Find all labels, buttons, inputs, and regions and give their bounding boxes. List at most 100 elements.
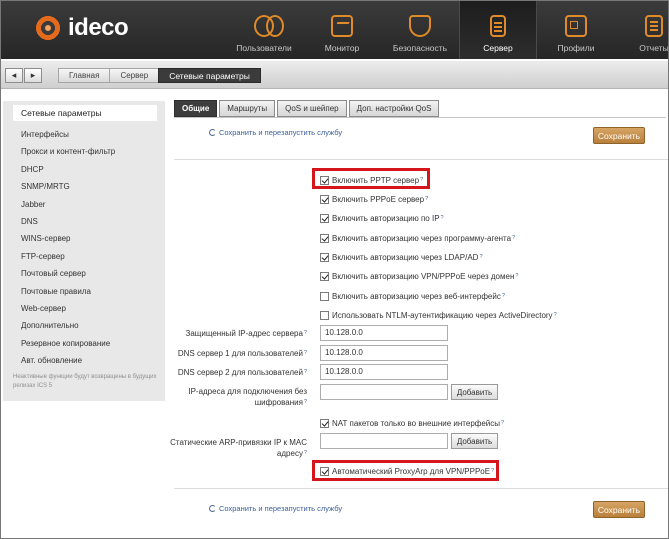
breadcrumb: Главная Сервер Сетевые параметры [58,68,261,83]
save-restart-link-top[interactable]: Сохранить и перезапустить службу [209,128,342,137]
tab-routes[interactable]: Маршруты [219,100,276,117]
nav-reports[interactable]: Отчеты [615,1,669,59]
highlight-box [312,168,430,189]
app-window: ideco Пользователи Монитор Безопасность … [0,0,669,539]
server-icon [490,15,506,37]
agent-auth-checkbox[interactable] [320,233,329,243]
protected-ip-input[interactable]: 10.128.0.0 [320,325,448,341]
help-icon[interactable]: ? [304,350,307,356]
tab-qos[interactable]: QoS и шейпер [277,100,347,117]
sidebar-item-snmp[interactable]: SNMP/MRTG [3,178,165,195]
nav-server[interactable]: Сервер [459,1,537,59]
option-label: Включить авторизацию через LDAP/AD [332,252,479,262]
reload-icon [209,505,216,512]
dns1-label: DNS сервер 1 для пользователей? [177,349,307,358]
shield-icon [409,15,431,37]
option-nat: NAT пакетов только во внешние интерфейсы… [320,416,504,430]
sidebar-item-advanced[interactable]: Дополнительно [3,317,165,334]
tab-general[interactable]: Общие [174,100,218,117]
option-label: Включить авторизацию VPN/PPPoE через дом… [332,271,515,281]
help-icon[interactable]: ? [304,399,307,405]
no-encrypt-input[interactable] [320,384,448,400]
sidebar-item-mail-server[interactable]: Почтовый сервер [3,265,165,282]
sidebar-item-web[interactable]: Web-сервер [3,300,165,317]
option-label: Включить авторизацию через программу-аге… [332,233,512,243]
sidebar-item-interfaces[interactable]: Интерфейсы [3,126,165,143]
option-ip-auth: Включить авторизацию по IP? [320,211,444,225]
dns2-label: DNS сервер 2 для пользователей? [177,368,307,377]
back-arrow-icon[interactable]: ◂ [5,68,23,83]
help-icon[interactable]: ? [501,420,504,426]
nav-monitor[interactable]: Монитор [303,1,381,59]
domain-auth-checkbox[interactable] [320,271,329,281]
monitor-icon [331,15,353,37]
no-encrypt-label: IP-адреса для подключения без шифрования… [188,387,307,407]
option-pppoe: Включить PPPoE сервер? [320,192,428,206]
option-label: NAT пакетов только во внешние интерфейсы [332,418,501,428]
nav-users[interactable]: Пользователи [225,1,303,59]
breadcrumb-server[interactable]: Сервер [109,68,160,83]
sidebar-item-dns[interactable]: DNS [3,213,165,230]
dns1-input[interactable]: 10.128.0.0 [320,345,448,361]
forward-arrow-icon[interactable]: ▸ [24,68,42,83]
sidebar-note: Неактивные функции будут возвращены в бу… [13,374,157,390]
help-icon[interactable]: ? [479,254,482,260]
nav-label: Отчеты [639,43,669,53]
option-label: Использовать NTLM-аутентификацию через A… [332,310,553,320]
sidebar-item-backup[interactable]: Резервное копирование [3,335,165,352]
reports-icon [645,15,663,37]
sidebar-item-ftp[interactable]: FTP-сервер [3,248,165,265]
sidebar-item-network[interactable]: Сетевые параметры [13,105,157,121]
option-label: Включить PPPoE сервер [332,194,425,204]
add-arp-button[interactable]: Добавить [451,433,498,449]
arp-input[interactable] [320,433,448,449]
help-icon[interactable]: ? [554,312,557,318]
help-icon[interactable]: ? [304,450,307,456]
option-label: Включить авторизацию по IP [332,213,440,223]
logo[interactable]: ideco [34,13,129,43]
sidebar-item-proxy[interactable]: Прокси и контент-фильтр [3,143,165,160]
tab-qos-advanced[interactable]: Доп. настройки QoS [348,100,440,117]
sidebar-item-dhcp[interactable]: DHCP [3,161,165,178]
option-label: Включить авторизацию через веб-интерфейс [332,291,501,301]
top-bar: ideco Пользователи Монитор Безопасность … [1,1,668,59]
arp-label: Статические ARP-привязки IP к MAC адресу… [170,438,307,458]
pppoe-checkbox[interactable] [320,194,329,204]
dns2-input[interactable]: 10.128.0.0 [320,364,448,380]
option-web-auth: Включить авторизацию через веб-интерфейс… [320,289,505,303]
web-auth-checkbox[interactable] [320,291,329,301]
save-restart-link-bottom[interactable]: Сохранить и перезапустить службу [209,504,342,513]
breadcrumb-home[interactable]: Главная [58,68,111,83]
help-icon[interactable]: ? [512,235,515,241]
ip-auth-checkbox[interactable] [320,213,329,223]
sidebar-item-mail-rules[interactable]: Почтовые правила [3,283,165,300]
help-icon[interactable]: ? [515,273,518,279]
add-no-encrypt-button[interactable]: Добавить [451,384,498,400]
sidebar-item-wins[interactable]: WINS-сервер [3,230,165,247]
nat-checkbox[interactable] [320,418,329,428]
logo-icon [34,14,62,42]
nav-label: Монитор [324,43,360,53]
tab-divider [174,117,666,118]
help-icon[interactable]: ? [502,293,505,299]
nav-profiles[interactable]: Профили [537,1,615,59]
help-icon[interactable]: ? [441,215,444,221]
protected-ip-label: Защищенный IP-адрес сервера? [185,329,307,338]
sidebar-item-update[interactable]: Авт. обновление [3,352,165,369]
highlight-box [312,460,499,481]
save-button-top[interactable]: Сохранить [593,127,645,144]
help-icon[interactable]: ? [304,369,307,375]
nav-security[interactable]: Безопасность [381,1,459,59]
reload-icon [209,129,216,136]
option-domain-auth: Включить авторизацию VPN/PPPoE через дом… [320,269,518,283]
help-icon[interactable]: ? [304,330,307,336]
main-nav: Пользователи Монитор Безопасность Сервер… [225,1,669,59]
help-icon[interactable]: ? [425,196,428,202]
sidebar-item-jabber[interactable]: Jabber [3,196,165,213]
save-button-bottom[interactable]: Сохранить [593,501,645,518]
save-restart-label: Сохранить и перезапустить службу [219,128,343,137]
users-icon [254,15,284,37]
save-restart-label: Сохранить и перезапустить службу [219,504,343,513]
ldap-auth-checkbox[interactable] [320,252,329,262]
ntlm-checkbox[interactable] [320,310,329,320]
